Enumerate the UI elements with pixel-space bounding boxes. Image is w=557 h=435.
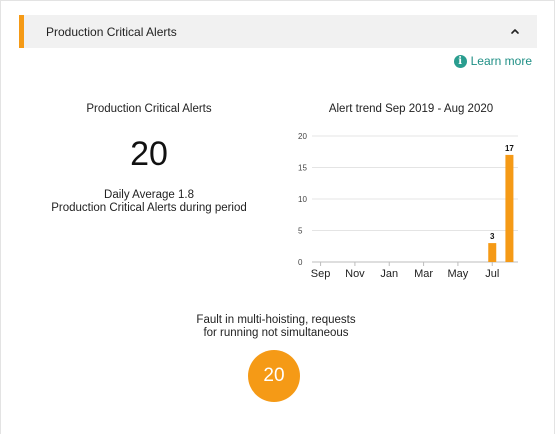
- fault-count-circle[interactable]: 20: [248, 350, 300, 402]
- x-tick-label: Nov: [345, 268, 365, 280]
- y-tick-label: 0: [298, 258, 303, 267]
- y-tick-label: 5: [298, 227, 303, 236]
- x-tick-label: May: [448, 268, 469, 280]
- y-tick-label: 15: [298, 164, 307, 173]
- fault-line-2: for running not simultaneous: [203, 327, 349, 339]
- x-tick-label: Sep: [311, 268, 331, 280]
- bar-jul: [488, 243, 497, 262]
- data-label: 17: [505, 144, 514, 153]
- alerts-card: Production Critical Alerts i Learn more …: [0, 0, 555, 434]
- fault-description: Fault in multi-hoisting, requests for ru…: [176, 314, 376, 340]
- y-tick-label: 10: [298, 195, 307, 204]
- fault-line-1: Fault in multi-hoisting, requests: [196, 314, 356, 326]
- bar-aug: [505, 154, 514, 262]
- data-label: 3: [490, 232, 495, 241]
- x-tick-label: Jul: [485, 268, 499, 280]
- x-tick-label: Mar: [414, 268, 433, 280]
- y-tick-label: 20: [298, 132, 307, 141]
- x-tick-label: Jan: [380, 268, 398, 280]
